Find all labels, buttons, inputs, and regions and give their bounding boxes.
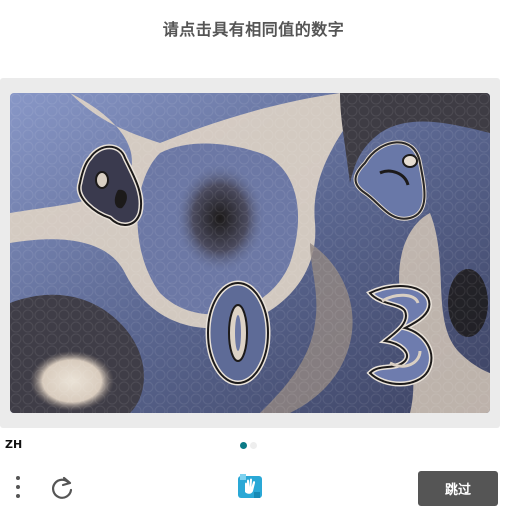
hand-logo-icon bbox=[236, 472, 264, 500]
menu-dot bbox=[16, 485, 20, 489]
menu-dot bbox=[16, 494, 20, 498]
skip-button[interactable]: 跳过 bbox=[418, 471, 498, 506]
challenge-image[interactable] bbox=[10, 93, 490, 413]
menu-dot bbox=[16, 476, 20, 480]
refresh-icon bbox=[51, 476, 73, 499]
digit-0-glyph bbox=[205, 280, 271, 386]
page-dot[interactable] bbox=[250, 442, 257, 449]
page-indicator bbox=[240, 442, 257, 449]
challenge-artwork bbox=[10, 93, 490, 413]
challenge-panel bbox=[0, 78, 500, 428]
refresh-button[interactable] bbox=[48, 474, 76, 502]
more-options-button[interactable] bbox=[8, 476, 28, 502]
language-selector[interactable]: ZH bbox=[5, 438, 22, 451]
captcha-widget: 请点击具有相同值的数字 ZH 跳过 bbox=[0, 0, 507, 518]
page-dot-active[interactable] bbox=[240, 442, 247, 449]
prompt-title: 请点击具有相同值的数字 bbox=[162, 20, 345, 39]
